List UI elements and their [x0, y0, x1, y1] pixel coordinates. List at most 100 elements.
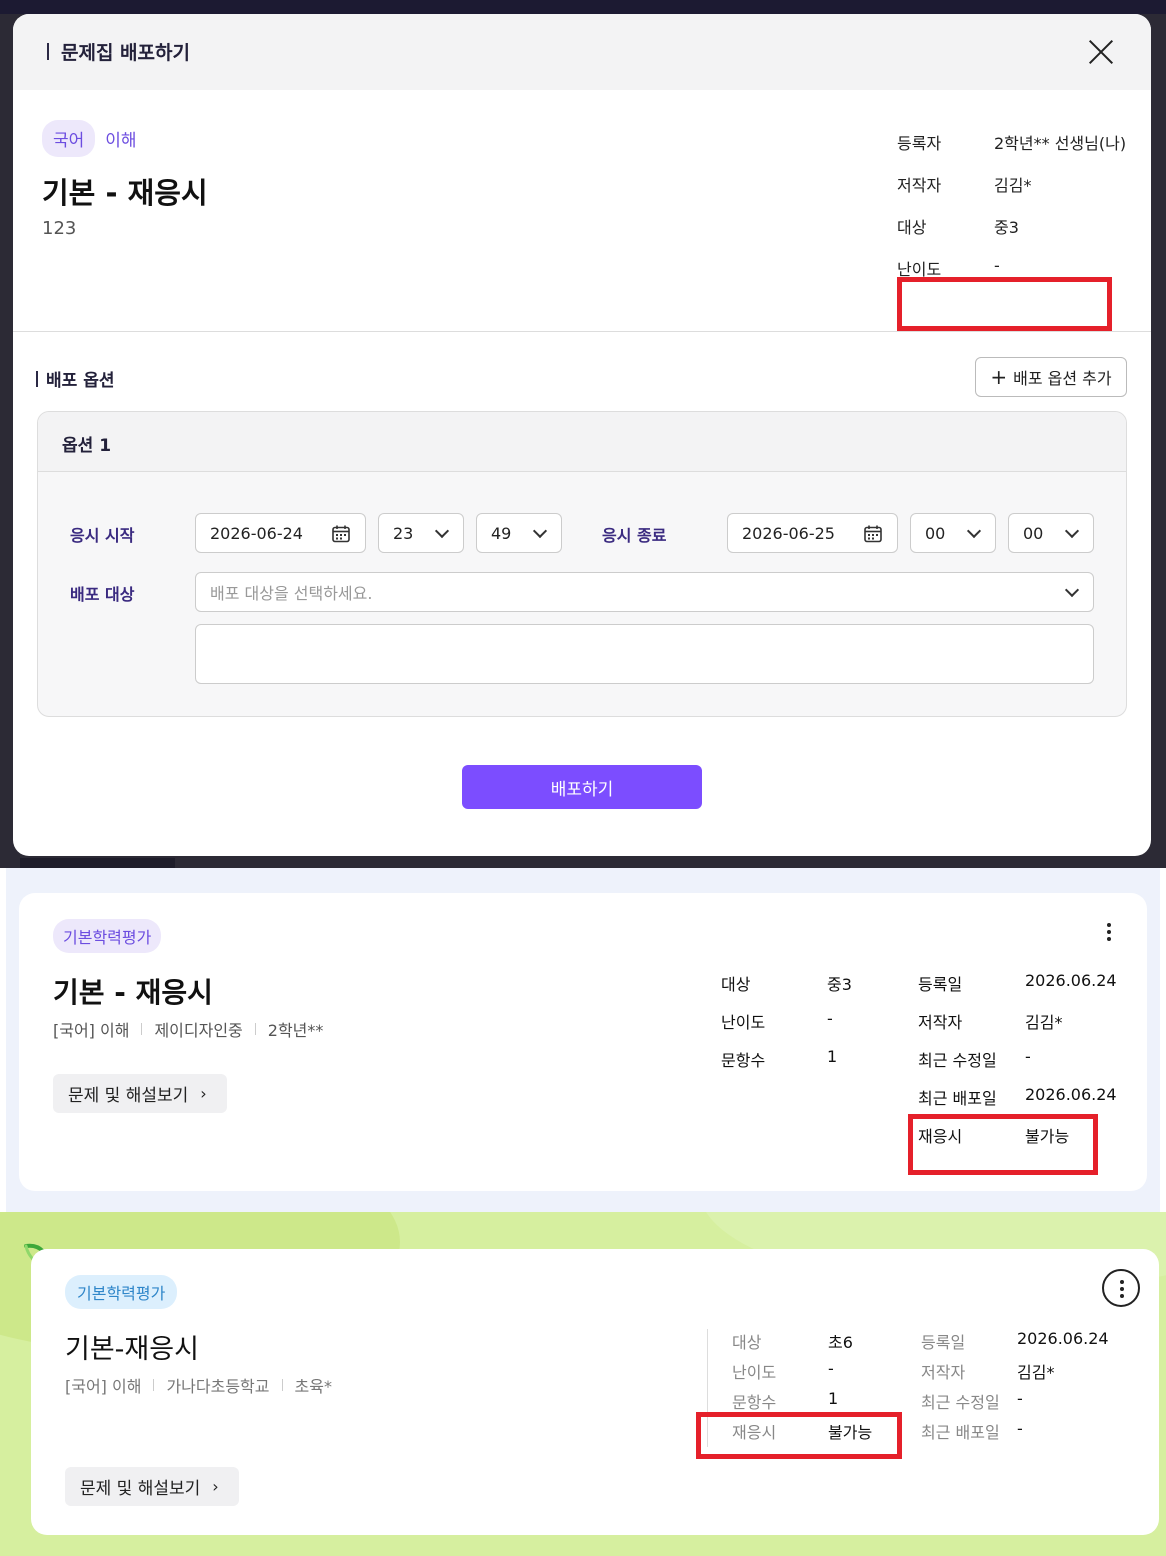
calendar-icon[interactable]: [863, 524, 883, 548]
meta-label: 저작자: [897, 176, 942, 195]
section-label-text: 배포 옵션: [46, 371, 115, 391]
meta-label: 대상: [897, 218, 927, 237]
subject-tags: 국어 이해: [42, 120, 137, 157]
workbook-card: 기본학력평가 기본 - 재응시 [국어] 이해 제이디자인중 2학년** 문제 …: [19, 893, 1147, 1191]
target-label: 배포 대상: [70, 585, 135, 604]
start-hour-value: 23: [393, 523, 414, 543]
school-text: 가나다초등학교: [166, 1377, 270, 1396]
card-screenshot-2: 기본학력평가 기본 - 재응시 [국어] 이해 제이디자인중 2학년** 문제 …: [0, 868, 1166, 1212]
more-vertical-icon[interactable]: [1107, 923, 1111, 944]
meta-label: 대상: [732, 1333, 762, 1352]
meta-value: 1: [827, 1047, 838, 1066]
meta-value: -: [1017, 1389, 1023, 1408]
meta-label: 등록일: [918, 975, 963, 994]
add-option-button[interactable]: + 배포 옵션 추가: [975, 357, 1127, 397]
meta-value: 중3: [827, 975, 852, 994]
end-hour-select[interactable]: 00: [910, 513, 996, 553]
meta-row: 대상 중3: [721, 971, 852, 1009]
view-solutions-button[interactable]: 문제 및 해설보기 ›: [65, 1467, 239, 1506]
workbook-card: 기본학력평가 기본-재응시 [국어] 이해 가나다초등학교 초육* 문제 및 해…: [31, 1249, 1159, 1535]
author-text: 초육*: [294, 1377, 332, 1396]
plus-icon: +: [990, 365, 1008, 389]
separator: [254, 1023, 256, 1035]
target-select[interactable]: 배포 대상을 선택하세요.: [195, 572, 1094, 612]
meta-row: 최근 수정일 -: [918, 1047, 1117, 1085]
meta-value: 김김*: [1017, 1363, 1055, 1382]
card-title: 기본-재응시: [65, 1334, 199, 1365]
meta-row: 등록자 2학년** 선생님(나): [897, 130, 1126, 172]
end-date-input[interactable]: 2026-06-25: [727, 513, 898, 553]
chevron-down-icon: [1064, 582, 1080, 598]
option-panel: 옵션 1 응시 시작 2026-06-24 23 49 응시 종료 2026-0…: [37, 411, 1127, 717]
view-solutions-button[interactable]: 문제 및 해설보기 ›: [53, 1074, 227, 1113]
subject-chip: 국어: [42, 120, 96, 157]
subject-text: [국어] 이해: [53, 1021, 130, 1040]
meta-row: 저작자 김김*: [918, 1009, 1117, 1047]
backdrop-element: [20, 858, 175, 868]
add-option-label: 배포 옵션 추가: [1013, 369, 1112, 388]
meta-value: -: [827, 1009, 833, 1028]
category-chip: 기본학력평가: [53, 919, 162, 953]
start-label: 응시 시작: [70, 526, 135, 545]
meta-label: 저작자: [918, 1013, 963, 1032]
meta-value: 초6: [828, 1333, 853, 1352]
target-placeholder: 배포 대상을 선택하세요.: [210, 584, 373, 603]
chevron-down-icon: [1064, 523, 1080, 539]
start-date-value: 2026-06-24: [210, 523, 303, 543]
category-chip: 기본학력평가: [65, 1275, 178, 1309]
meta-row: 최근 수정일 -: [921, 1389, 1109, 1419]
meta-row: 저작자 김김*: [921, 1359, 1109, 1389]
divider: [13, 331, 1151, 332]
meta-label: 최근 수정일: [921, 1393, 1000, 1412]
card-subinfo: [국어] 이해 가나다초등학교 초육*: [65, 1373, 332, 1397]
chevron-down-icon: [434, 523, 450, 539]
meta-label: 등록일: [921, 1333, 966, 1352]
separator: [281, 1379, 283, 1391]
card-screenshot-3: 기본학력평가 기본-재응시 [국어] 이해 가나다초등학교 초육* 문제 및 해…: [0, 1212, 1166, 1556]
meta-label: 저작자: [921, 1363, 966, 1382]
start-hour-select[interactable]: 23: [378, 513, 464, 553]
more-vertical-icon[interactable]: [1102, 1269, 1140, 1307]
meta-row: 난이도 -: [732, 1359, 872, 1389]
section-label: 배포 옵션: [36, 366, 114, 391]
distribute-button[interactable]: 배포하기: [462, 765, 702, 809]
meta-value: 2학년** 선생님(나): [994, 134, 1127, 153]
start-minute-value: 49: [491, 523, 512, 543]
meta-value: 2026.06.24: [1025, 971, 1117, 990]
separator: [153, 1379, 155, 1391]
end-minute-select[interactable]: 00: [1008, 513, 1094, 553]
close-icon[interactable]: [1087, 38, 1115, 66]
meta-label: 대상: [721, 975, 751, 994]
start-minute-select[interactable]: 49: [476, 513, 562, 553]
card-meta-right: 등록일 2026.06.24 저작자 김김* 최근 수정일 - 최근 배포일 -: [921, 1329, 1109, 1449]
book-description: 123: [42, 218, 77, 239]
meta-value: 2026.06.24: [1017, 1329, 1109, 1348]
author-text: 2학년**: [267, 1021, 324, 1040]
card-meta-left: 대상 중3 난이도 - 문항수 1: [721, 971, 852, 1085]
meta-row: 문항수 1: [721, 1047, 852, 1085]
book-meta: 등록자 2학년** 선생님(나) 저작자 김김* 대상 중3 난이도 -: [897, 130, 1126, 298]
chevron-down-icon: [532, 523, 548, 539]
end-hour-value: 00: [925, 523, 946, 543]
meta-label: 최근 수정일: [918, 1051, 997, 1070]
school-text: 제이디자인중: [154, 1021, 243, 1040]
target-list-area[interactable]: [195, 624, 1094, 684]
meta-value: 김김*: [994, 176, 1032, 195]
subject-text: [국어] 이해: [65, 1377, 142, 1396]
distribute-modal: 문제집 배포하기 국어 이해 기본 - 재응시 123 등록자 2학년** 선생…: [13, 14, 1151, 856]
highlight-box: [897, 277, 1112, 331]
calendar-icon[interactable]: [331, 524, 351, 548]
start-date-input[interactable]: 2026-06-24: [195, 513, 366, 553]
chevron-down-icon: [966, 523, 982, 539]
view-solutions-label: 문제 및 해설보기: [80, 1479, 201, 1499]
modal-title-text: 문제집 배포하기: [61, 42, 190, 64]
meta-label: 난이도: [732, 1363, 777, 1382]
meta-row: 최근 배포일 -: [921, 1419, 1109, 1449]
card-subinfo: [국어] 이해 제이디자인중 2학년**: [53, 1017, 323, 1041]
meta-row: 저작자 김김*: [897, 172, 1126, 214]
meta-row: 난이도 -: [721, 1009, 852, 1047]
meta-value: -: [828, 1359, 834, 1378]
modal-backdrop: 문제집 배포하기 국어 이해 기본 - 재응시 123 등록자 2학년** 선생…: [0, 0, 1166, 868]
card-title: 기본 - 재응시: [53, 976, 213, 1009]
meta-label: 난이도: [721, 1013, 766, 1032]
